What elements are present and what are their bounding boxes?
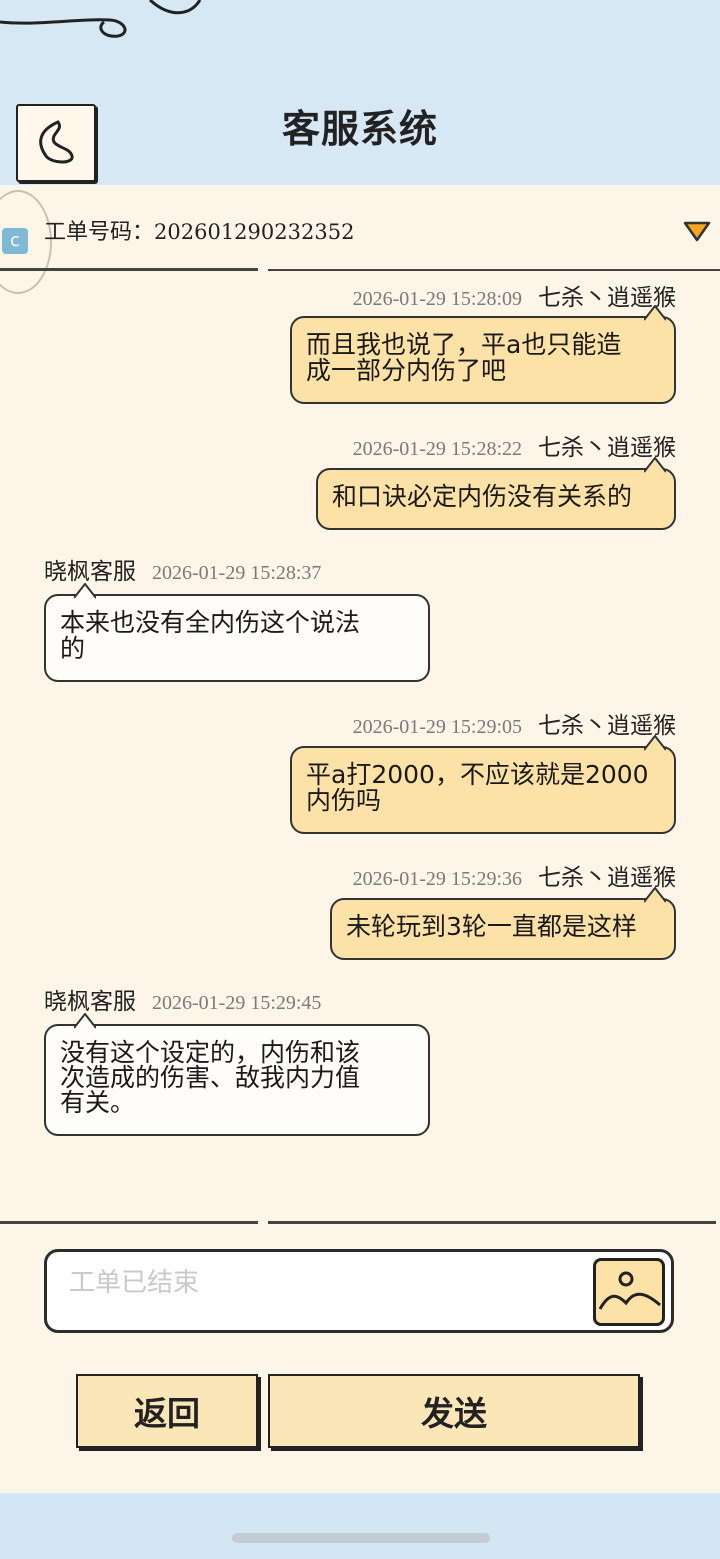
bubble-tail bbox=[74, 1013, 96, 1029]
send-button[interactable]: 发送 bbox=[268, 1374, 640, 1448]
message-bubble: 和口诀必定内伤没有关系的 bbox=[316, 457, 676, 530]
message-line: 和口诀必定内伤没有关系的 bbox=[332, 482, 633, 511]
bubble-tail bbox=[644, 457, 666, 473]
bottom-divider bbox=[0, 1221, 258, 1224]
message-line: 内伤吗 bbox=[306, 786, 382, 815]
message-input-box bbox=[44, 1249, 674, 1333]
message-bubble: 没有这个设定的，内伤和该 次造成的伤害、敌我内力值 有关。 bbox=[44, 1013, 430, 1136]
message-line: 次造成的伤害、敌我内力值 bbox=[60, 1063, 361, 1092]
message-bubble: 平a打2000，不应该就是2000 内伤吗 bbox=[290, 735, 676, 834]
message-bubble: 本来也没有全内伤这个说法 的 bbox=[44, 583, 430, 682]
message-line: 有关。 bbox=[60, 1088, 136, 1117]
message-time: 2026-01-29 15:28:37 bbox=[152, 562, 322, 584]
top-divider-right bbox=[268, 269, 720, 271]
page-title: 客服系统 bbox=[281, 107, 438, 151]
dropdown-triangle-icon[interactable] bbox=[683, 220, 711, 242]
ticket-number: 202601290232352 bbox=[154, 220, 355, 244]
ticket-label: 工单号码： bbox=[44, 220, 155, 245]
message-line: 的 bbox=[60, 634, 86, 663]
message-input[interactable] bbox=[67, 1260, 591, 1306]
badge-icon: c bbox=[2, 228, 28, 254]
message-line: 没有这个设定的，内伤和该 bbox=[60, 1038, 361, 1067]
message-time: 2026-01-29 15:28:09 bbox=[352, 288, 522, 310]
bubble-tail bbox=[644, 735, 666, 751]
message-line: 未轮玩到3轮一直都是这样 bbox=[346, 912, 637, 941]
return-button-label: 返回 bbox=[134, 1394, 200, 1433]
bottom-divider-right bbox=[268, 1221, 716, 1224]
image-icon bbox=[598, 1271, 661, 1310]
message-line: 本来也没有全内伤这个说法 bbox=[60, 608, 361, 637]
cloud-decoration bbox=[0, 0, 202, 38]
message-bubble: 未轮玩到3轮一直都是这样 bbox=[330, 887, 676, 960]
bottom-safe-area bbox=[0, 1493, 720, 1559]
return-button[interactable]: 返回 bbox=[76, 1374, 258, 1448]
message-line: 成一部分内伤了吧 bbox=[306, 356, 507, 385]
ticket-info: 工单号码：202601290232352 bbox=[44, 214, 354, 246]
message-time: 2026-01-29 15:29:05 bbox=[352, 716, 522, 738]
header-bar: 客服系统 bbox=[0, 0, 720, 185]
sender-name: 晓枫客服 bbox=[44, 559, 136, 585]
message-bubble: 而且我也说了，平a也只能造 成一部分内伤了吧 bbox=[290, 305, 676, 404]
bubble-tail bbox=[74, 583, 96, 599]
message-time: 2026-01-29 15:28:22 bbox=[352, 438, 522, 460]
chat-message-list[interactable]: 2026-01-29 15:28:09 七杀丶逍遥猴 而且我也说了，平a也只能造… bbox=[0, 274, 720, 1162]
message-line: 平a打2000，不应该就是2000 bbox=[306, 760, 649, 789]
bubble-tail bbox=[644, 887, 666, 903]
message-line: 而且我也说了，平a也只能造 bbox=[306, 330, 622, 359]
send-button-label: 发送 bbox=[421, 1394, 487, 1433]
message-time: 2026-01-29 15:29:36 bbox=[352, 868, 522, 890]
home-indicator[interactable] bbox=[232, 1533, 490, 1543]
image-upload-button[interactable] bbox=[593, 1258, 665, 1326]
bubble-tail bbox=[644, 305, 666, 321]
top-divider bbox=[0, 268, 258, 271]
sender-name: 晓枫客服 bbox=[44, 989, 136, 1015]
message-time: 2026-01-29 15:29:45 bbox=[152, 992, 322, 1014]
